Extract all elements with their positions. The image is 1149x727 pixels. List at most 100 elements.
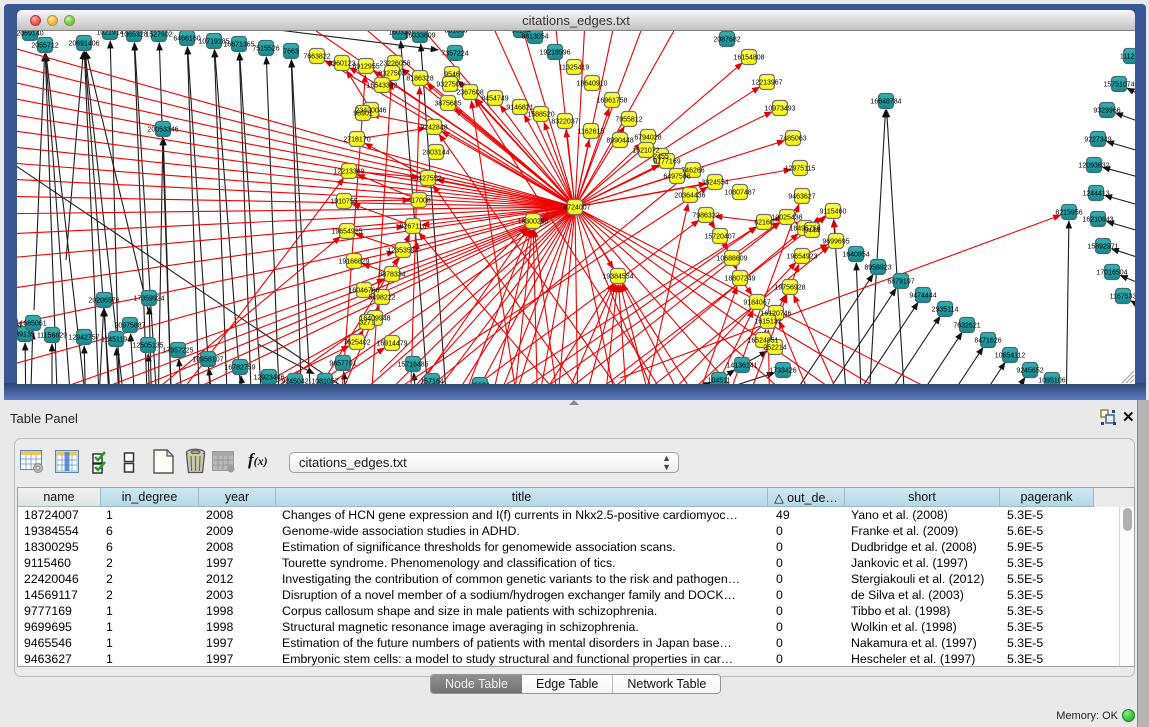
svg-text:2935114: 2935114	[932, 307, 959, 314]
svg-text:9444: 9444	[804, 228, 820, 235]
svg-text:11325419: 11325419	[559, 65, 590, 72]
svg-text:12505135: 12505135	[132, 343, 163, 350]
svg-text:12353594: 12353594	[387, 248, 418, 255]
svg-text:12975115: 12975115	[785, 166, 816, 173]
svg-text:16210643: 16210643	[1082, 217, 1113, 224]
svg-text:252214: 252214	[763, 345, 786, 352]
svg-text:6466160: 6466160	[173, 36, 200, 43]
svg-text:8454749: 8454749	[481, 96, 508, 103]
svg-text:96104: 96104	[470, 383, 490, 385]
svg-text:16961758: 16961758	[596, 98, 627, 105]
svg-text:7663: 7663	[283, 49, 299, 56]
svg-text:7955812: 7955812	[615, 117, 642, 124]
svg-text:8186328: 8186328	[406, 76, 433, 83]
svg-text:10958107: 10958107	[192, 357, 223, 364]
svg-text:9242848: 9242848	[420, 125, 447, 132]
svg-text:9329966: 9329966	[1093, 108, 1120, 115]
svg-text:1685061: 1685061	[19, 321, 46, 328]
svg-text:2087682: 2087682	[713, 37, 740, 44]
svg-text:11156829: 11156829	[37, 333, 67, 340]
svg-text:20691406: 20691406	[68, 41, 99, 48]
svg-text:3875685: 3875685	[434, 101, 461, 108]
svg-text:1640954: 1640954	[842, 252, 869, 259]
svg-text:19756928: 19756928	[774, 285, 805, 292]
svg-text:8267110: 8267110	[400, 224, 427, 231]
svg-text:15720407: 15720407	[704, 234, 735, 241]
svg-text:9245652: 9245652	[1016, 368, 1043, 375]
svg-text:10807487: 10807487	[724, 190, 755, 197]
svg-text:6794028: 6794028	[634, 135, 661, 142]
svg-text:19384554: 19384554	[602, 274, 633, 281]
svg-text:20206576: 20206576	[88, 298, 119, 305]
svg-text:18300295: 18300295	[517, 219, 548, 226]
svg-text:1733426: 1733426	[769, 368, 796, 375]
svg-text:12942757: 12942757	[68, 335, 99, 342]
svg-text:19166829: 19166829	[338, 259, 369, 266]
svg-text:16671365: 16671365	[223, 42, 254, 49]
svg-text:7625402: 7625402	[343, 340, 370, 347]
svg-text:8322037: 8322037	[551, 119, 578, 126]
svg-text:1162615: 1162615	[578, 129, 605, 136]
svg-text:18724007: 18724007	[559, 205, 590, 212]
svg-text:2367608: 2367608	[456, 90, 483, 97]
svg-text:17957225: 17957225	[162, 348, 193, 355]
svg-text:20364436: 20364436	[674, 193, 705, 200]
svg-text:1095106: 1095106	[1038, 378, 1065, 385]
svg-text:8471626: 8471626	[974, 338, 1001, 345]
svg-text:16914479: 16914479	[376, 341, 407, 348]
svg-text:881305: 881305	[444, 31, 467, 35]
svg-text:1588520: 1588520	[527, 112, 554, 119]
svg-text:7986322: 7986322	[692, 213, 719, 220]
svg-text:12213967: 12213967	[751, 80, 782, 87]
svg-text:6879197: 6879197	[887, 279, 914, 286]
svg-text:1167533: 1167533	[1110, 294, 1135, 301]
svg-text:7357224: 7357224	[441, 51, 468, 58]
svg-text:9546: 9546	[444, 72, 460, 79]
svg-text:7663822: 7663822	[303, 54, 330, 61]
svg-text:7632621: 7632621	[953, 323, 980, 330]
svg-text:14136141: 14136141	[726, 363, 757, 370]
svg-text:15892971: 15892971	[1087, 244, 1118, 251]
svg-text:7485063: 7485063	[779, 136, 806, 143]
svg-text:18640910: 18640910	[576, 81, 607, 88]
svg-text:16782759: 16782759	[224, 365, 255, 372]
svg-text:5498222: 5498222	[368, 295, 395, 302]
svg-text:1910755: 1910755	[330, 199, 357, 206]
svg-text:104511: 104511	[708, 378, 731, 385]
svg-text:9463627: 9463627	[788, 194, 815, 201]
svg-text:9184067: 9184067	[743, 300, 770, 307]
svg-text:15716485: 15716485	[397, 362, 428, 369]
svg-text:8813054: 8813054	[521, 34, 548, 41]
svg-text:18807249: 18807249	[724, 276, 755, 283]
svg-text:12213389: 12213389	[333, 169, 364, 176]
svg-text:9699695: 9699695	[822, 239, 849, 246]
svg-text:2055712: 2055712	[31, 43, 58, 50]
svg-text:9327508: 9327508	[436, 82, 463, 89]
svg-text:16543382: 16543382	[366, 83, 397, 90]
svg-text:16120746: 16120746	[760, 311, 791, 318]
svg-text:6497568: 6497568	[663, 174, 690, 181]
svg-text:1615132: 1615132	[754, 319, 781, 326]
svg-text:10025438: 10025438	[771, 215, 802, 222]
svg-text:9657791: 9657791	[329, 361, 356, 368]
svg-text:19654925: 19654925	[331, 229, 362, 236]
svg-text:23226058: 23226058	[379, 61, 410, 68]
svg-text:16033809: 16033809	[404, 33, 435, 40]
svg-text:9146821: 9146821	[506, 105, 533, 112]
svg-text:9777169: 9777169	[653, 159, 680, 166]
svg-text:39139: 39139	[17, 332, 35, 339]
svg-text:3824554: 3824554	[701, 180, 728, 187]
svg-text:9474444: 9474444	[909, 293, 936, 300]
svg-text:3271: 3271	[359, 320, 375, 327]
svg-text:2069140: 2069140	[17, 31, 44, 38]
svg-text:1065328: 1065328	[120, 32, 147, 39]
svg-text:9115460: 9115460	[820, 209, 847, 216]
svg-text:9227349: 9227349	[1084, 137, 1111, 144]
svg-text:10973493: 10973493	[764, 106, 795, 113]
svg-text:8427552: 8427552	[414, 176, 441, 183]
svg-text:19654923: 19654923	[786, 254, 817, 261]
svg-text:157164: 157164	[420, 379, 443, 385]
svg-text:8215956: 8215956	[1055, 210, 1082, 217]
svg-text:111213: 111213	[1120, 54, 1135, 61]
svg-text:8912955: 8912955	[352, 64, 379, 71]
